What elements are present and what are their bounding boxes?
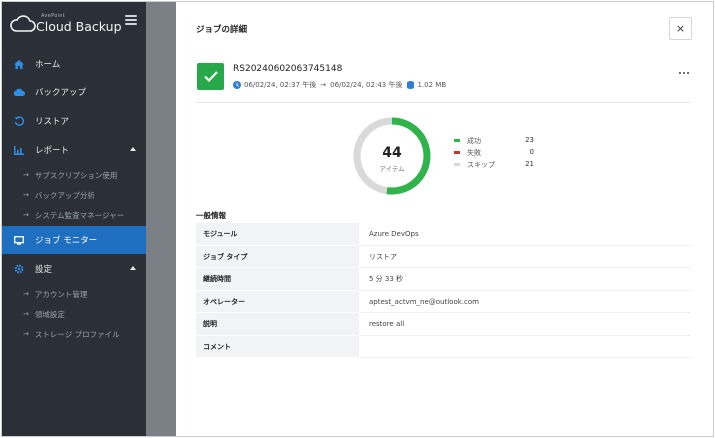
- legend-value: 23: [525, 136, 534, 144]
- row-key: 説明: [196, 313, 359, 336]
- table-row: 説明 restore all: [196, 313, 691, 336]
- sidebar-item-label: リストア: [35, 117, 70, 127]
- brand-name: Cloud Backup: [36, 19, 122, 34]
- row-key: コメント: [196, 335, 359, 358]
- sidebar-item-backup[interactable]: バックアップ: [2, 78, 146, 106]
- sidebar-item-label: バックアップ: [35, 88, 87, 98]
- legend-skipped: スキップ 21: [454, 159, 534, 171]
- database-icon: [407, 81, 415, 89]
- row-value: restore all: [369, 320, 405, 328]
- legend-value: 21: [525, 160, 534, 168]
- legend-label: 成功: [467, 137, 481, 145]
- gear-icon: [12, 264, 26, 274]
- sidebar-subitem-label: バックアップ分析: [34, 190, 95, 200]
- sidebar-item-settings[interactable]: 設定: [2, 255, 146, 283]
- row-value: 5 分 33 秒: [369, 275, 404, 283]
- arrow-right-icon: →: [23, 310, 29, 318]
- table-row: コメント: [196, 335, 691, 358]
- row-value: Azure DevOps: [369, 230, 419, 238]
- monitor-icon: [12, 235, 26, 245]
- sidebar-item-restore[interactable]: リストア: [2, 107, 146, 135]
- sidebar-subitem-account[interactable]: → アカウント管理: [2, 285, 146, 303]
- divider: [196, 102, 691, 103]
- sidebar-item-label: レポート: [35, 146, 70, 156]
- legend-swatch: [454, 151, 460, 154]
- restore-icon: [12, 116, 26, 126]
- chevron-up-icon: [130, 147, 136, 151]
- clock-icon: [233, 81, 241, 89]
- items-total-label: アイテム: [379, 165, 405, 173]
- table-row: 継続時間 5 分 33 秒: [196, 268, 691, 291]
- app-window: AvePoint Cloud Backup ホーム バックアップ リストア レポ…: [1, 1, 714, 437]
- arrow-right-icon: →: [320, 81, 327, 89]
- table-row: オペレーター aptest_actvm_ne@outlook.com: [196, 290, 691, 313]
- sidebar-subitem-audit[interactable]: → システム監査マネージャー: [2, 206, 146, 224]
- sidebar-item-label: ホーム: [35, 60, 61, 70]
- sidebar-subitem-backup-analysis[interactable]: → バックアップ分析: [2, 186, 146, 204]
- more-options-icon[interactable]: [679, 72, 689, 76]
- job-id: RS20240602063745148: [233, 64, 343, 74]
- row-value: aptest_actvm_ne@outlook.com: [369, 297, 479, 306]
- job-details-panel: ジョブの詳細 × RS20240602063745148 06/02/24, 0…: [176, 2, 713, 436]
- arrow-right-icon: →: [23, 290, 29, 298]
- sidebar-subitem-label: システム監査マネージャー: [34, 210, 125, 220]
- sidebar-item-label: 設定: [35, 265, 53, 275]
- row-value: リストア: [369, 252, 397, 261]
- legend-label: スキップ: [467, 161, 495, 169]
- sidebar-item-home[interactable]: ホーム: [2, 50, 146, 78]
- arrow-right-icon: →: [23, 330, 29, 338]
- sidebar-subitem-label: サブスクリプション使用: [34, 170, 118, 180]
- table-row: ジョブ タイプ リストア: [196, 245, 691, 268]
- sidebar-subitem-label: 領域設定: [34, 309, 65, 319]
- chevron-up-icon: [130, 266, 136, 270]
- home-icon: [12, 59, 26, 69]
- row-key: オペレーター: [196, 290, 359, 313]
- sidebar-subitem-subscription[interactable]: → サブスクリプション使用: [2, 166, 146, 184]
- row-key: ジョブ タイプ: [196, 245, 359, 268]
- sidebar-item-report[interactable]: レポート: [2, 136, 146, 164]
- arrow-right-icon: →: [23, 211, 29, 219]
- legend-failed: 失敗 0: [454, 147, 534, 159]
- sidebar-item-label: ジョブ モニター: [35, 236, 98, 246]
- arrow-right-icon: →: [23, 191, 29, 199]
- menu-toggle-icon[interactable]: [125, 15, 137, 25]
- legend-swatch: [454, 139, 460, 142]
- sidebar-subitem-region[interactable]: → 領域設定: [2, 305, 146, 323]
- job-meta: 06/02/24, 02:37 午後 → 06/02/24, 02:43 午後 …: [233, 80, 446, 90]
- legend-value: 0: [529, 148, 534, 156]
- report-icon: [12, 145, 26, 155]
- cloud-logo-icon: [10, 15, 36, 32]
- arrow-right-icon: →: [23, 171, 29, 179]
- general-info-title: 一般情報: [196, 211, 226, 220]
- overlay-backdrop[interactable]: [146, 2, 176, 436]
- legend-success: 成功 23: [454, 135, 534, 147]
- legend-swatch: [454, 163, 460, 166]
- row-key: モジュール: [196, 223, 359, 246]
- job-end-time: 06/02/24, 02:43 午後: [330, 81, 403, 89]
- panel-title: ジョブの詳細: [196, 25, 248, 35]
- close-button[interactable]: ×: [669, 17, 692, 40]
- row-key: 継続時間: [196, 268, 359, 291]
- brand: AvePoint Cloud Backup: [10, 12, 138, 38]
- items-total: 44: [382, 145, 402, 161]
- job-start-time: 06/02/24, 02:37 午後: [244, 81, 317, 89]
- cloud-upload-icon: [12, 88, 26, 96]
- sidebar: AvePoint Cloud Backup ホーム バックアップ リストア レポ…: [2, 2, 146, 436]
- donut-center: 44 アイテム: [351, 145, 433, 173]
- legend-label: 失敗: [467, 149, 481, 157]
- sidebar-subitem-storage[interactable]: → ストレージ プロファイル: [2, 325, 146, 343]
- sidebar-item-job-monitor[interactable]: ジョブ モニター: [2, 226, 146, 254]
- sidebar-subitem-label: ストレージ プロファイル: [34, 329, 120, 339]
- donut-legend: 成功 23 失敗 0 スキップ 21: [454, 135, 534, 171]
- status-success-icon: [197, 63, 224, 90]
- sidebar-subitem-label: アカウント管理: [34, 289, 88, 299]
- table-row: モジュール Azure DevOps: [196, 223, 691, 246]
- general-info-table: モジュール Azure DevOps ジョブ タイプ リストア 継続時間 5 分…: [196, 223, 691, 358]
- job-size: 1.02 MB: [417, 81, 447, 89]
